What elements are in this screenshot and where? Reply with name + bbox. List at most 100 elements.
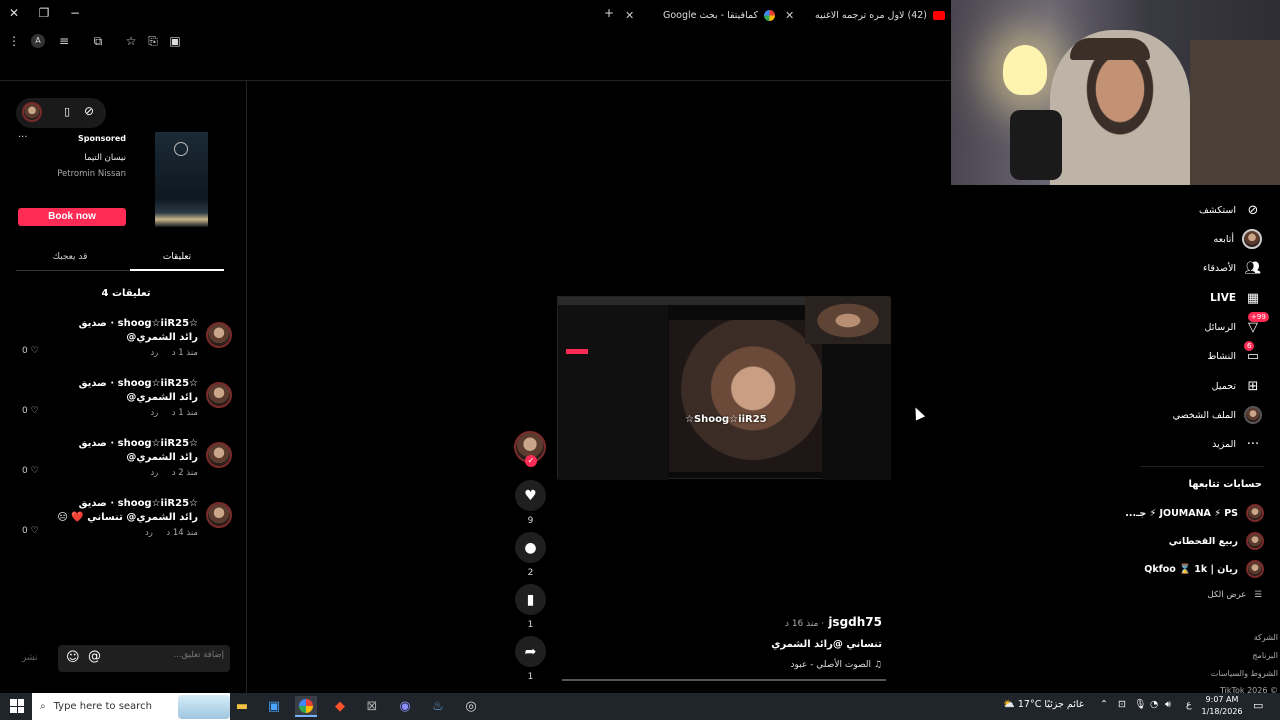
microphone-icon[interactable]: 🎙︎: [1134, 699, 1146, 710]
emoji-icon[interactable]: ☺: [66, 650, 80, 665]
user-avatar[interactable]: [22, 102, 42, 122]
bookmark-star-icon[interactable]: ☆: [123, 34, 139, 48]
nav-profile[interactable]: الملف الشخصي: [1173, 403, 1262, 427]
following-account[interactable]: ربيع القحطاني: [1169, 530, 1264, 552]
see-all-link[interactable]: ☰ عرض الكل: [1208, 590, 1262, 600]
tab-google[interactable]: كمافيتقا - بحث Google ✕: [625, 4, 775, 26]
nav-live[interactable]: ▦ LIVE: [1210, 286, 1262, 310]
close-tab-icon[interactable]: ✕: [625, 9, 634, 22]
save-button[interactable]: ▮: [515, 584, 546, 615]
nav-friends[interactable]: 👥︎ الأصدقاء: [1203, 256, 1262, 280]
chrome-icon[interactable]: [295, 696, 317, 717]
following-account[interactable]: JOUMANA ⚡ PS ⚡ جـ...: [1125, 502, 1264, 524]
video-time: · منذ 16 د: [784, 619, 825, 629]
volume-icon[interactable]: 🔊︎: [1165, 699, 1171, 710]
reply-button[interactable]: رد: [150, 408, 158, 418]
comment-avatar[interactable]: [206, 322, 232, 348]
heart-outline-icon[interactable]: ♡: [31, 466, 39, 476]
extensions-icon[interactable]: ⧉: [90, 34, 106, 49]
nav-messages[interactable]: ▽ 99+ الرسائل: [1205, 312, 1269, 339]
close-tab-icon[interactable]: ✕: [785, 9, 794, 22]
nav-activity[interactable]: ▭ 6 النشاط: [1207, 341, 1262, 368]
video-player[interactable]: ☆Shoog☆iiR25: [557, 296, 891, 480]
device-icon[interactable]: ▯: [64, 105, 70, 118]
brave-icon[interactable]: ◆: [329, 696, 351, 717]
compass-icon[interactable]: ⊘: [84, 104, 94, 118]
follow-check-icon[interactable]: ✓: [525, 455, 537, 467]
heart-outline-icon[interactable]: ♡: [31, 526, 39, 536]
weather-text: 17°C غائم جزئيًا: [1017, 699, 1084, 710]
reading-list-icon[interactable]: ≡: [56, 34, 72, 48]
comment-like[interactable]: 0 ♡: [22, 466, 39, 476]
nav-explore[interactable]: ⊘ استكشف: [1199, 198, 1262, 222]
notifications-icon[interactable]: ▭: [1253, 699, 1263, 712]
comment-like[interactable]: 0 ♡: [22, 406, 39, 416]
comment-username[interactable]: ☆shoog☆iiR25 · صديق: [79, 378, 198, 389]
steam-icon[interactable]: ♨: [427, 696, 449, 717]
reply-button[interactable]: رد: [150, 468, 158, 478]
nav-label: الملف الشخصي: [1172, 409, 1236, 421]
footer-terms[interactable]: الشروط والسياسات: [1211, 669, 1278, 678]
weather-widget[interactable]: ⛅ 17°C غائم جزئيًا: [1003, 699, 1084, 710]
comment-avatar[interactable]: [206, 502, 232, 528]
share-button[interactable]: ➦: [515, 636, 546, 667]
footer-program[interactable]: البرنامج: [1252, 651, 1278, 660]
video-author[interactable]: jsgdh75 · منذ 16 د: [680, 615, 882, 629]
comment-meta: منذ 1 د رد: [150, 408, 198, 418]
video-progress-bar[interactable]: [562, 679, 886, 681]
comment-avatar[interactable]: [206, 442, 232, 468]
author-username[interactable]: jsgdh75: [828, 615, 882, 629]
tab-comments[interactable]: تعليقات: [127, 252, 227, 262]
comment-time: منذ 2 د: [171, 468, 198, 478]
discord-icon[interactable]: ◉: [394, 696, 416, 717]
heart-outline-icon[interactable]: ♡: [31, 406, 39, 416]
windows-start-icon[interactable]: [10, 699, 24, 713]
wifi-icon[interactable]: ◔: [1150, 699, 1158, 710]
new-tab-icon[interactable]: +: [599, 6, 619, 20]
comment-like[interactable]: 0 ♡: [22, 346, 39, 356]
nav-following[interactable]: أتابعه: [1214, 227, 1262, 251]
sound-name[interactable]: الصوت الأصلي - عبود: [791, 660, 872, 670]
profile-icon[interactable]: A: [31, 34, 45, 48]
reply-button[interactable]: رد: [145, 528, 153, 538]
heart-outline-icon[interactable]: ♡: [31, 346, 39, 356]
list-icon: ☰: [1254, 590, 1262, 600]
comment-like[interactable]: 0 ♡: [22, 526, 39, 536]
maximize-icon[interactable]: ❐: [34, 6, 54, 20]
like-button[interactable]: ♥: [515, 480, 546, 511]
screenshot-icon[interactable]: ▣: [167, 34, 183, 48]
comment-avatar[interactable]: [206, 382, 232, 408]
footer-company[interactable]: الشركة: [1254, 633, 1278, 642]
tab-youtube[interactable]: (42) لاول مره ترجمه الاغنيه العسـ ✕: [785, 4, 945, 26]
language-indicator[interactable]: ع: [1186, 699, 1192, 710]
tab-may-like[interactable]: قد يعجبك: [20, 252, 120, 262]
comment-meta: منذ 1 د رد: [150, 348, 198, 358]
menu-dots-icon[interactable]: ⋮: [6, 34, 22, 48]
taskbar-clock[interactable]: 9:07 AM 1/18/2026: [1197, 694, 1247, 718]
comment-input[interactable]: [144, 650, 224, 660]
nav-more[interactable]: ··· المزيد: [1212, 432, 1262, 456]
tray-chevron-icon[interactable]: ⌃: [1100, 699, 1108, 710]
minimize-icon[interactable]: −: [65, 6, 85, 20]
window-app-icon[interactable]: ⊠: [361, 696, 383, 717]
comment-username[interactable]: ☆shoog☆iiR25 · صديق: [79, 498, 198, 509]
comment-username[interactable]: ☆shoog☆iiR25 · صديق: [79, 318, 198, 329]
ad-advertiser: Petromin Nissan: [57, 169, 126, 179]
comment-button[interactable]: ●: [515, 532, 546, 563]
following-account[interactable]: ريان | Qkfoo ⌛ 1k: [1144, 558, 1264, 580]
video-sound[interactable]: ♫ الصوت الأصلي - عبود: [680, 660, 882, 670]
comment-input-box[interactable]: ☺ @: [58, 645, 230, 672]
post-comment-button[interactable]: نشر: [22, 653, 38, 663]
mention-icon[interactable]: @: [88, 649, 101, 664]
translate-icon[interactable]: ⎘: [145, 34, 161, 49]
book-now-button[interactable]: Book now: [18, 208, 126, 226]
close-window-icon[interactable]: ✕: [4, 6, 24, 20]
obs-icon[interactable]: ◎: [460, 696, 482, 717]
reply-button[interactable]: رد: [150, 348, 158, 358]
file-explorer-icon[interactable]: ▬: [231, 696, 253, 717]
store-icon[interactable]: ▣: [263, 696, 285, 717]
taskbar-search[interactable]: ⌕ Type here to search: [32, 693, 230, 720]
nav-upload[interactable]: ⊞ تحميل: [1212, 374, 1262, 398]
comment-username[interactable]: ☆shoog☆iiR25 · صديق: [79, 438, 198, 449]
tray-network-icon[interactable]: ⊡: [1118, 699, 1126, 710]
